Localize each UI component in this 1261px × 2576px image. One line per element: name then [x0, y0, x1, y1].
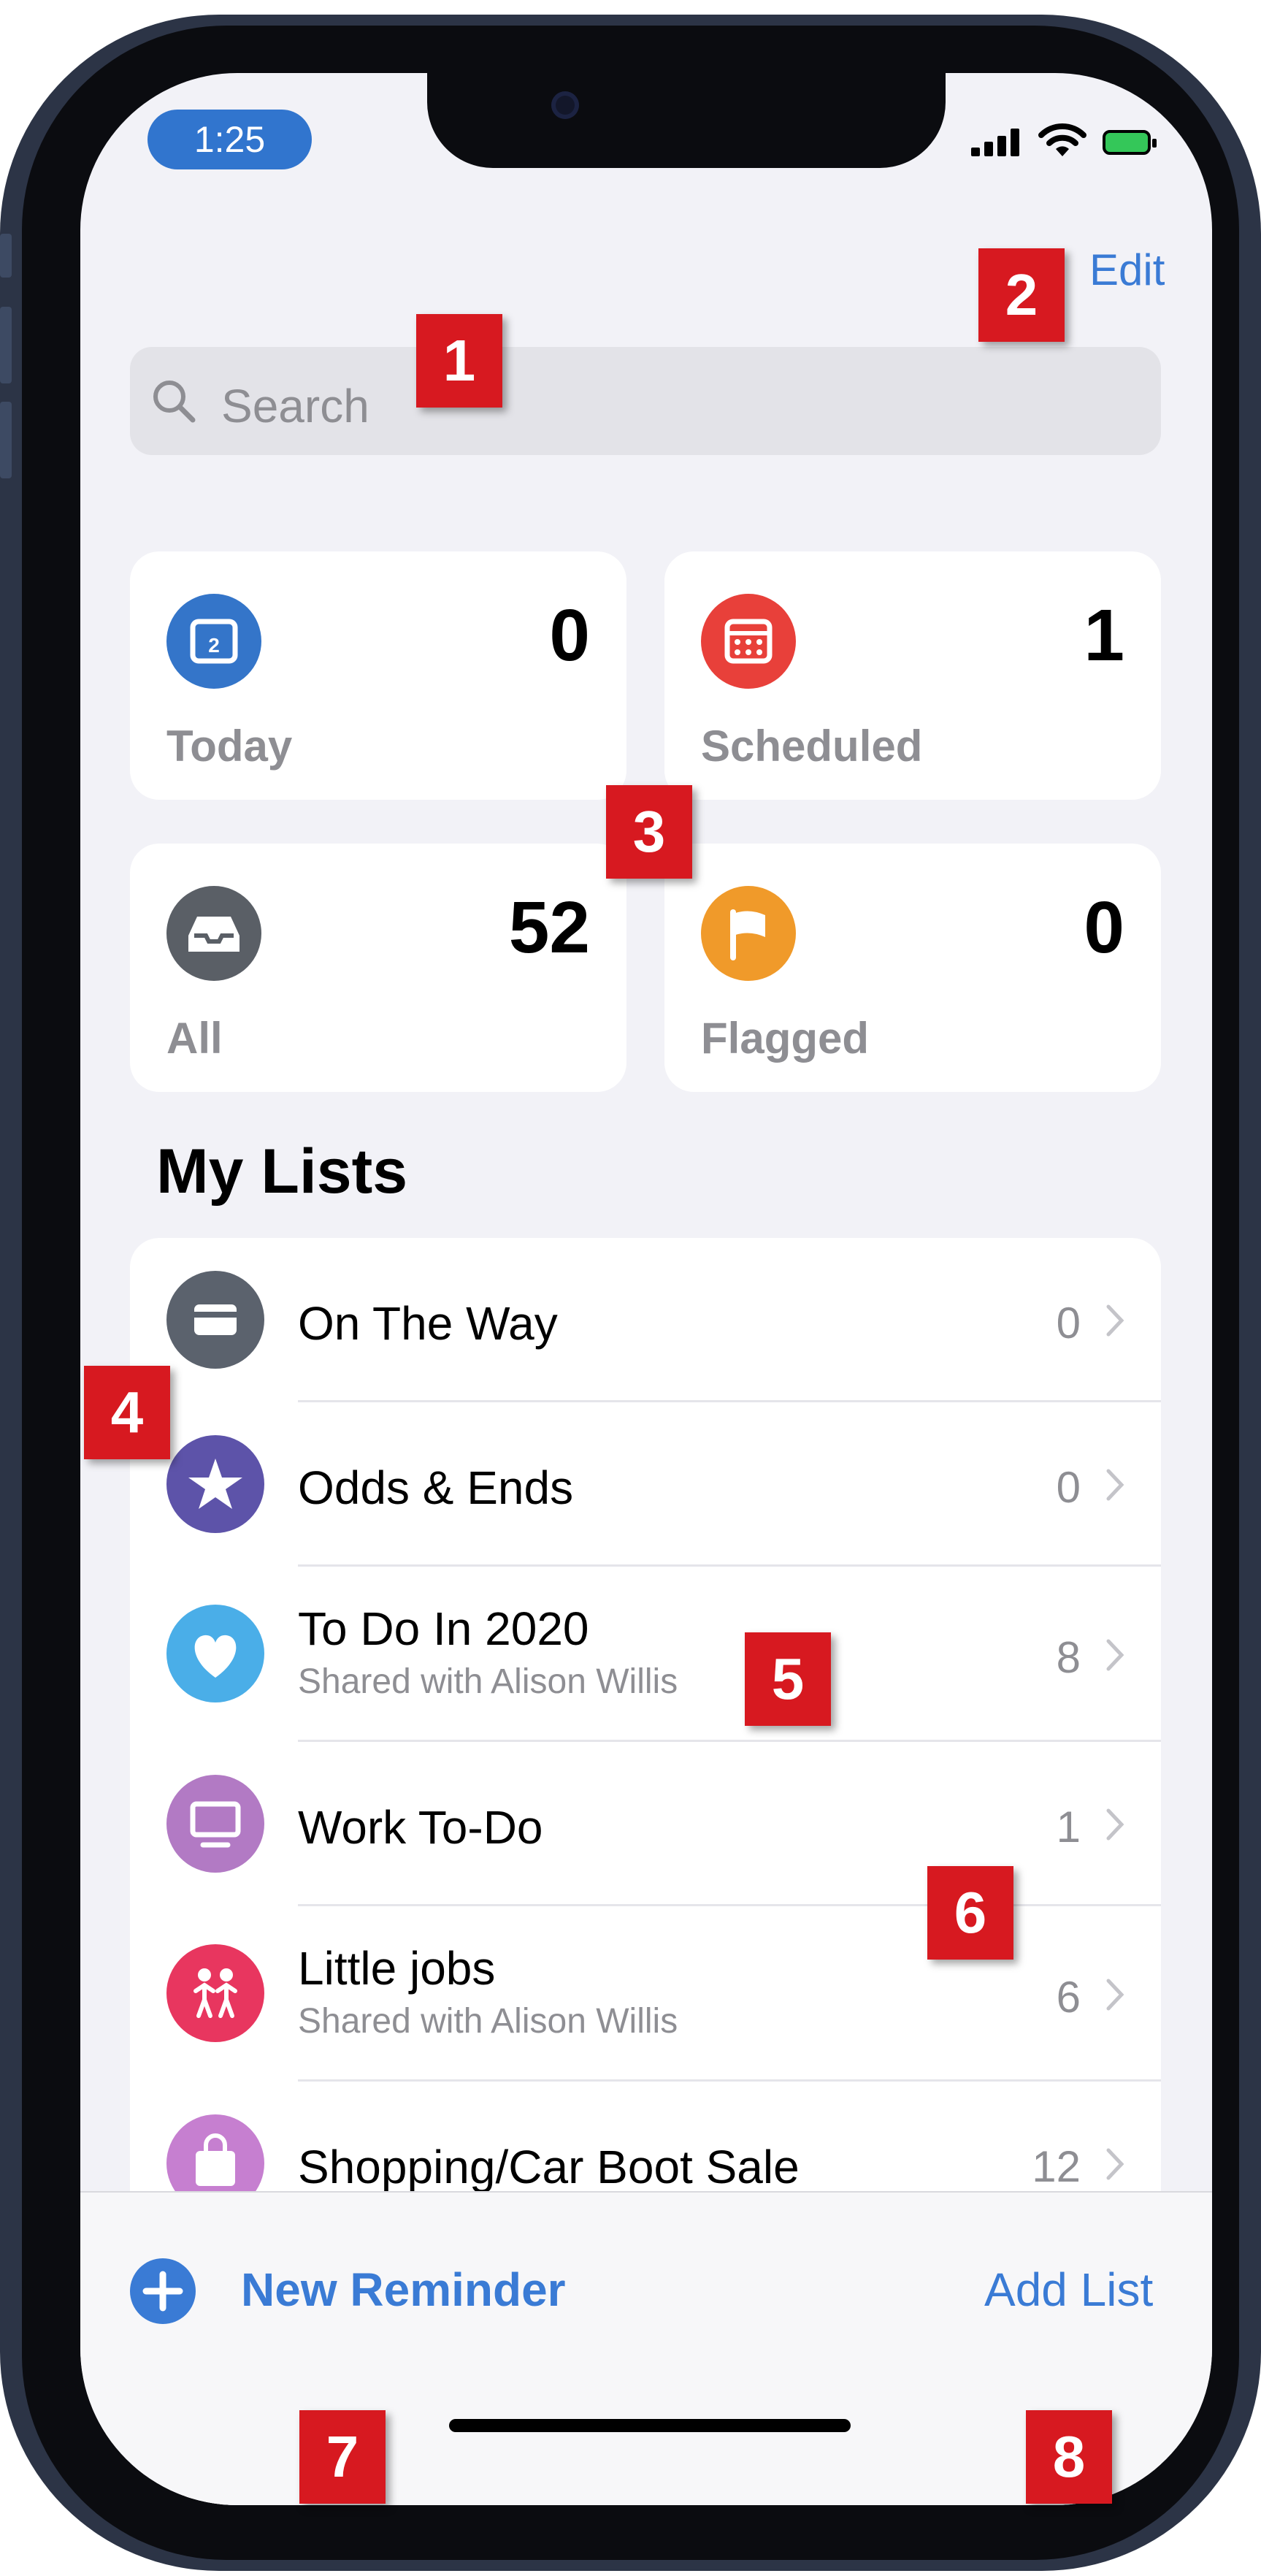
annotation-badge: 7 — [299, 2410, 386, 2504]
edit-button[interactable]: Edit — [1089, 245, 1165, 295]
tray-icon — [166, 886, 261, 981]
list-item-to-do-2020[interactable]: To Do In 2020 Shared with Alison Willis … — [130, 1567, 1161, 1742]
chevron-right-icon — [1106, 1808, 1124, 1841]
annotation-badge: 6 — [927, 1866, 1013, 1960]
scheduled-count: 1 — [1084, 595, 1124, 676]
today-label: Today — [166, 722, 293, 771]
list-item-subtitle: Shared with Alison Willis — [298, 1662, 678, 1701]
calendar-today-icon: 2 — [166, 594, 261, 689]
flagged-count: 0 — [1084, 887, 1124, 968]
list-item-count: 12 — [1032, 2142, 1081, 2191]
search-field[interactable]: Search — [130, 347, 1161, 455]
chevron-right-icon — [1106, 1979, 1124, 2011]
all-label: All — [166, 1014, 223, 1063]
search-placeholder: Search — [221, 380, 369, 432]
add-list-button[interactable]: Add List — [984, 2263, 1153, 2317]
all-count: 52 — [508, 887, 590, 968]
annotation-badge: 5 — [745, 1632, 831, 1726]
smart-list-scheduled[interactable]: 1 Scheduled — [664, 551, 1161, 800]
list-item-subtitle: Shared with Alison Willis — [298, 2002, 678, 2041]
chevron-right-icon — [1106, 2148, 1124, 2180]
side-button — [0, 307, 12, 383]
list-item-title: On The Way — [298, 1297, 558, 1350]
scheduled-label: Scheduled — [701, 722, 923, 771]
annotation-badge: 2 — [978, 248, 1065, 342]
list-item-count: 8 — [1056, 1633, 1081, 1682]
home-indicator — [449, 2419, 851, 2432]
smart-list-flagged[interactable]: 0 Flagged — [664, 844, 1161, 1092]
heart-icon — [166, 1605, 264, 1702]
new-reminder-button[interactable]: New Reminder — [241, 2263, 566, 2317]
side-button — [0, 234, 12, 278]
list-item-title: Shopping/Car Boot Sale — [298, 2141, 800, 2193]
list-item-odds-ends[interactable]: Odds & Ends 0 — [130, 1402, 1161, 1567]
camera — [551, 91, 579, 119]
status-icons — [971, 123, 1161, 167]
chevron-right-icon — [1106, 1639, 1124, 1671]
cellular-signal-icon — [971, 127, 1022, 156]
calendar-scheduled-icon — [701, 594, 796, 689]
wifi-icon — [1038, 123, 1086, 156]
list-item-title: Odds & Ends — [298, 1461, 574, 1514]
reminders-screen: 1:25 Edit Search 2 0 Today 1 Scheduled 5… — [80, 73, 1212, 2505]
my-lists-heading: My Lists — [156, 1136, 408, 1207]
people-icon — [166, 1944, 264, 2042]
annotation-badge: 1 — [416, 314, 502, 408]
notch — [427, 73, 946, 168]
smart-list-today[interactable]: 2 0 Today — [130, 551, 626, 800]
search-icon — [153, 381, 196, 423]
flag-icon — [701, 886, 796, 981]
annotation-badge: 3 — [606, 785, 692, 879]
list-item-on-the-way[interactable]: On The Way 0 — [130, 1238, 1161, 1402]
today-count: 0 — [549, 595, 590, 676]
list-item-count: 0 — [1056, 1299, 1081, 1348]
annotation-badge: 4 — [84, 1366, 170, 1459]
side-button — [0, 402, 12, 478]
list-item-title: Little jobs — [298, 1942, 496, 1995]
monitor-icon — [166, 1775, 264, 1873]
status-time: 1:25 — [147, 110, 312, 169]
chevron-right-icon — [1106, 1469, 1124, 1501]
chevron-right-icon — [1106, 1304, 1124, 1337]
battery-icon — [1103, 130, 1157, 155]
add-circle-icon[interactable] — [130, 2258, 196, 2324]
star-icon — [166, 1435, 264, 1533]
list-item-count: 1 — [1056, 1803, 1081, 1851]
annotation-badge: 8 — [1026, 2410, 1112, 2504]
flagged-label: Flagged — [701, 1014, 870, 1063]
list-item-title: To Do In 2020 — [298, 1602, 589, 1655]
svg-text:2: 2 — [208, 634, 220, 657]
card-icon — [166, 1271, 264, 1369]
list-item-title: Work To-Do — [298, 1801, 543, 1854]
list-item-count: 0 — [1056, 1463, 1081, 1512]
smart-list-all[interactable]: 52 All — [130, 844, 626, 1092]
list-item-count: 6 — [1056, 1973, 1081, 2022]
